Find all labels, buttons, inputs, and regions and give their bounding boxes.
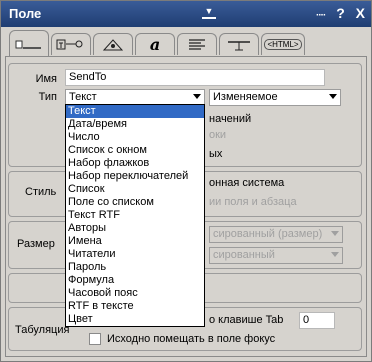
size-select-2-value: сированный (213, 249, 275, 261)
dropdown-item[interactable]: Текст (66, 105, 204, 118)
dropdown-item[interactable]: Читатели (66, 248, 204, 261)
dropdown-item[interactable]: RTF в тексте (66, 300, 204, 313)
style-option-2: ии поля и абзаца (209, 196, 297, 208)
size-label: Размер (17, 238, 55, 250)
dropdown-item[interactable]: Часовой пояс (66, 287, 204, 300)
tab-control[interactable] (51, 33, 91, 55)
initial-focus-checkbox[interactable] (89, 333, 101, 345)
menu-dots-icon[interactable]: ···· (316, 10, 326, 21)
type-dropdown-list[interactable]: Текст Дата/время Число Список с окном На… (65, 104, 205, 327)
html-icon: <HTML> (264, 39, 302, 50)
option-label-3: ых (209, 148, 223, 160)
mode-select[interactable]: Изменяемое (209, 89, 341, 106)
style-label: Стиль (25, 186, 57, 198)
type-select-value: Текст (69, 91, 97, 103)
title-dropdown-icon[interactable]: ▼ (201, 7, 217, 21)
field-info-icon (15, 40, 41, 49)
tab-hide[interactable] (219, 33, 259, 55)
close-icon[interactable]: X (356, 5, 365, 21)
tab-key-label: о клавише Tab (209, 314, 284, 326)
title-bar[interactable]: Поле ▼ ···· ? X (1, 1, 371, 27)
chevron-down-icon (331, 252, 339, 257)
dropdown-item[interactable]: Набор флажков (66, 157, 204, 170)
control-icon (56, 39, 83, 49)
dropdown-item[interactable]: Список (66, 183, 204, 196)
font-icon: a (149, 35, 161, 54)
dropdown-item[interactable]: Цвет (66, 313, 204, 326)
paragraph-icon (189, 38, 205, 50)
dropdown-item[interactable]: Число (66, 131, 204, 144)
initial-focus-label: Исходно помещать в поле фокус (107, 333, 276, 345)
style-option-1: онная система (209, 177, 285, 189)
window-title: Поле (9, 6, 42, 21)
field-properties-window: Поле ▼ ···· ? X a <HTML> Имя SendTo Тип … (0, 0, 372, 362)
dropdown-item[interactable]: Набор переключателей (66, 170, 204, 183)
option-label-2: оки (209, 129, 227, 141)
name-label: Имя (35, 73, 57, 85)
dropdown-item[interactable]: Список с окном (66, 144, 204, 157)
chevron-down-icon (193, 94, 201, 99)
mode-select-value: Изменяемое (213, 91, 278, 103)
dropdown-item[interactable]: Формула (66, 274, 204, 287)
dropdown-item[interactable]: Дата/время (66, 118, 204, 131)
size-select-1[interactable]: сированный (размер) (209, 226, 343, 243)
tab-paragraph[interactable] (177, 33, 217, 55)
chevron-down-icon (329, 94, 337, 99)
dropdown-item[interactable]: Поле со списком (66, 196, 204, 209)
dropdown-item[interactable]: Имена (66, 235, 204, 248)
name-field[interactable]: SendTo (65, 69, 325, 86)
tab-order-field[interactable]: 0 (299, 312, 335, 329)
hide-when-icon (228, 40, 250, 50)
tab-order-label: Табуляция (15, 324, 70, 336)
dropdown-item[interactable]: Пароль (66, 261, 204, 274)
tab-basics[interactable] (9, 30, 49, 56)
chevron-down-icon (331, 231, 339, 236)
option-label-1: начений (209, 113, 252, 125)
tab-html[interactable]: <HTML> (261, 33, 305, 55)
tab-advanced[interactable] (93, 33, 133, 55)
dropdown-item[interactable]: Текст RTF (66, 209, 204, 222)
dropdown-item[interactable]: Авторы (66, 222, 204, 235)
type-label: Тип (38, 91, 57, 103)
help-icon[interactable]: ? (336, 5, 345, 21)
size-select-1-value: сированный (размер) (213, 228, 323, 240)
tab-strip: a <HTML> (5, 29, 367, 57)
size-select-2[interactable]: сированный (209, 247, 343, 264)
advanced-icon (102, 38, 124, 50)
tab-font[interactable]: a (135, 33, 175, 55)
